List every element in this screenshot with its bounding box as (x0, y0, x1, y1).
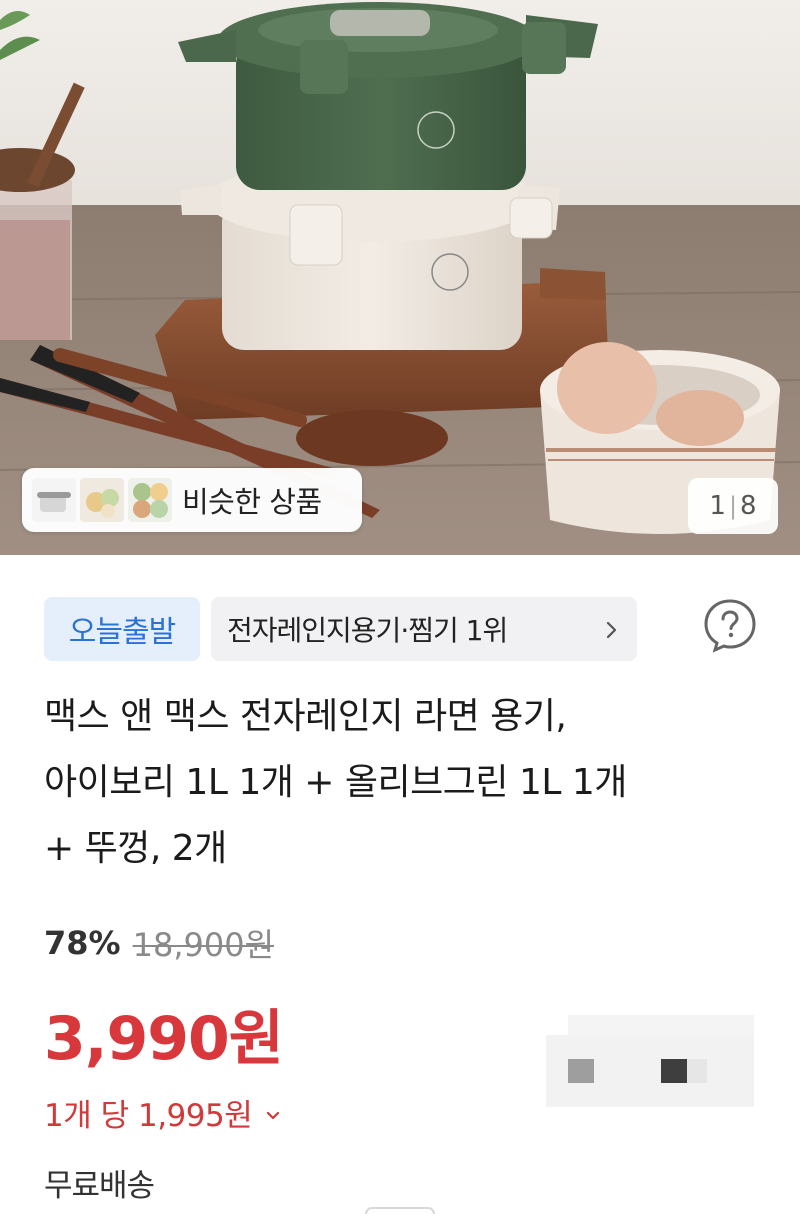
pot-thumbnail (32, 478, 76, 522)
question-circle-icon[interactable] (702, 597, 758, 653)
product-title-line: 아이보리 1L 1개 + 올리브그린 1L 1개 (44, 762, 627, 803)
original-price: 18,900원 (132, 926, 275, 964)
image-counter: 1 | 8 (688, 478, 778, 534)
blurred-region (546, 1015, 754, 1107)
chevron-right-icon (605, 616, 619, 649)
bowls-thumbnail (80, 478, 124, 522)
total-images: 8 (740, 491, 757, 521)
similar-products-label: 비슷한 상품 (182, 485, 322, 519)
product-title: 맥스 앤 맥스 전자레인지 라면 용기, 아이보리 1L 1개 + 올리브그린 … (44, 684, 774, 882)
category-rank-label: 전자레인지용기·찜기 1위 (227, 614, 508, 647)
today-departure-badge: 오늘출발 (44, 597, 200, 661)
shipping-info: 무료배송 (44, 1168, 155, 1204)
chevron-down-icon (264, 1095, 282, 1131)
category-rank-badge[interactable]: 전자레인지용기·찜기 1위 (211, 597, 637, 661)
sheet-handle[interactable] (365, 1207, 435, 1214)
sale-price: 3,990원 (44, 1004, 284, 1074)
unit-price-toggle[interactable]: 1개 당 1,995원 (44, 1090, 282, 1135)
current-image-index: 1 (709, 491, 726, 521)
unit-price-label: 1개 당 1,995원 (44, 1098, 253, 1134)
product-image-gallery[interactable]: 비슷한 상품 1 | 8 (0, 0, 800, 555)
discount-rate: 78% (44, 924, 121, 962)
product-title-line: + 뚜껑, 2개 (44, 828, 227, 869)
product-title-line: 맥스 앤 맥스 전자레인지 라면 용기, (44, 696, 567, 737)
counter-separator: | (728, 492, 738, 520)
food-thumbnail (128, 478, 172, 522)
similar-products-button[interactable]: 비슷한 상품 (22, 468, 362, 532)
discount-row: 78% 18,900원 (44, 920, 274, 966)
